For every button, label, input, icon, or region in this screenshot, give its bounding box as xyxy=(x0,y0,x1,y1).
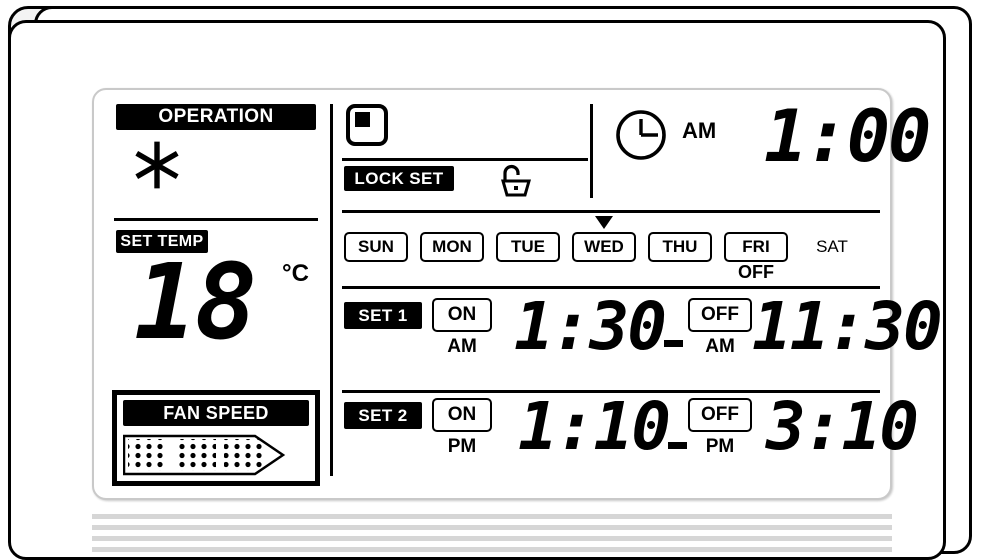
clock-time-value: 1:00 xyxy=(764,94,931,178)
set1-on-ampm: AM xyxy=(447,336,477,357)
set1-separator xyxy=(664,340,683,347)
day-cell-sun[interactable]: SUN xyxy=(344,232,408,262)
lcd-display-panel: OPERATION SET TEMP 18 °C FAN SPEED LOCK … xyxy=(92,88,943,500)
set1-off-time: 11:30 xyxy=(752,288,943,365)
selected-day-marker-icon xyxy=(595,216,613,229)
grille-line xyxy=(92,525,892,530)
grille-line xyxy=(92,514,892,519)
indicator-dot xyxy=(355,112,370,127)
set2-off-ampm: PM xyxy=(705,436,735,457)
top-vertical-divider xyxy=(590,104,593,198)
lcd-right-column: LOCK SET AM 1:00 SUN MON TUE WED THU FRI… xyxy=(342,100,943,492)
grille-line xyxy=(92,536,892,541)
day-off-label: OFF xyxy=(738,262,774,282)
top-rule xyxy=(342,158,588,161)
set2-on-time: 1:10 xyxy=(518,388,671,465)
rule-below-top xyxy=(342,210,880,213)
day-cell-sat[interactable]: SAT xyxy=(800,232,864,262)
day-cell-tue[interactable]: TUE xyxy=(496,232,560,262)
operation-label: OPERATION xyxy=(116,104,316,130)
day-of-week-row: SUN MON TUE WED THU FRI OFF SAT xyxy=(342,216,880,284)
set2-on-button[interactable]: ON xyxy=(432,398,492,432)
day-cell-fri[interactable]: FRI xyxy=(724,232,788,262)
clock-ampm: AM xyxy=(682,118,717,143)
fan-speed-label: FAN SPEED xyxy=(123,400,309,426)
set2-off-time: 3:10 xyxy=(766,388,919,465)
set1-on-time: 1:30 xyxy=(514,288,667,365)
day-cell-thu[interactable]: THU xyxy=(648,232,712,262)
dot-matrix-arrow-icon xyxy=(122,433,309,477)
snowflake-cool-icon xyxy=(130,138,184,192)
lock-set-label: LOCK SET xyxy=(344,166,454,191)
column-divider xyxy=(330,104,333,476)
set2-separator xyxy=(668,442,687,449)
open-padlock-icon xyxy=(494,162,532,198)
timer-row-set1: SET 1 ON AM 1:30 OFF AM 11:30 xyxy=(342,288,943,388)
rounded-square-indicator-icon xyxy=(346,104,388,146)
set1-off-button[interactable]: OFF xyxy=(688,298,752,332)
set2-on-ampm: PM xyxy=(447,436,477,457)
day-cell-wed[interactable]: WED xyxy=(572,232,636,262)
day-cell-mon[interactable]: MON xyxy=(420,232,484,262)
lcd-left-column: OPERATION SET TEMP 18 °C FAN SPEED xyxy=(106,100,324,492)
set1-tag: SET 1 xyxy=(344,302,422,329)
set-temp-unit: °C xyxy=(282,260,309,287)
fan-speed-box: FAN SPEED xyxy=(112,390,320,486)
set2-tag: SET 2 xyxy=(344,402,422,429)
set-temp-value: 18 xyxy=(134,241,257,363)
set1-on-button[interactable]: ON xyxy=(432,298,492,332)
timer-row-set2: SET 2 ON PM 1:10 OFF PM 3:10 xyxy=(342,388,919,488)
set1-off-ampm: AM xyxy=(705,336,735,357)
left-divider xyxy=(114,218,318,221)
device-shell: OPERATION SET TEMP 18 °C FAN SPEED LOCK … xyxy=(8,6,976,560)
set2-off-button[interactable]: OFF xyxy=(688,398,752,432)
analog-clock-icon xyxy=(614,108,668,162)
